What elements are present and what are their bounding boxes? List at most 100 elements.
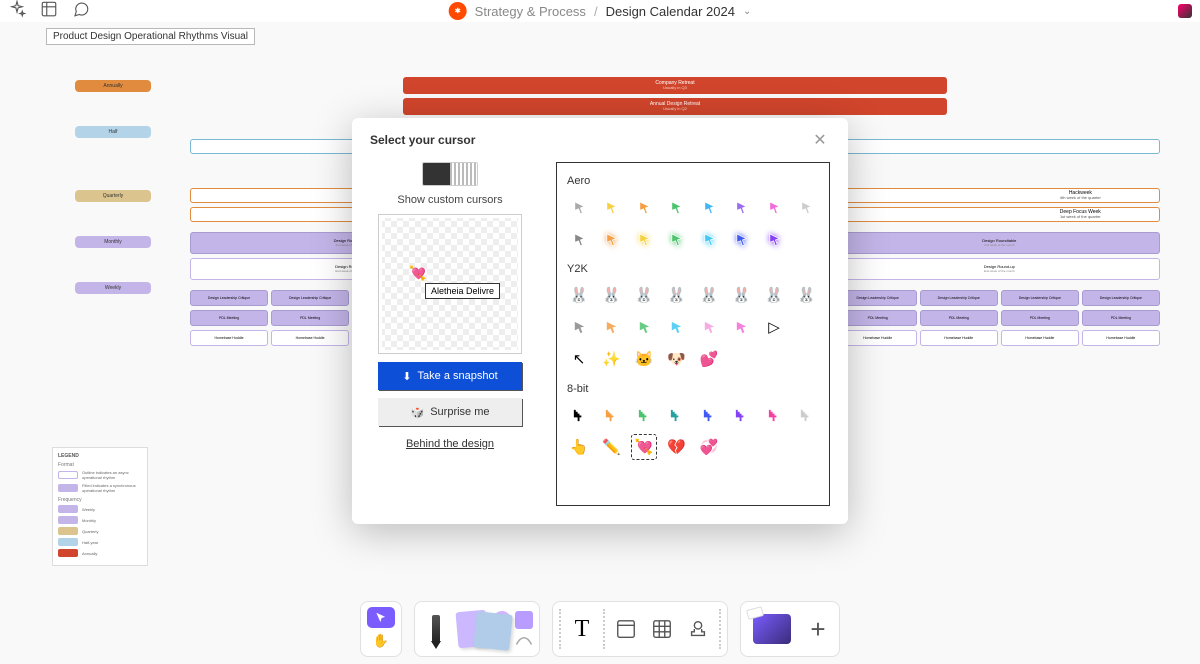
timeline-box-weekly[interactable]: Design Leadership Critique (1082, 290, 1160, 306)
cursor-option[interactable] (665, 227, 689, 251)
cursor-option[interactable]: 💞 (697, 435, 721, 459)
cursor-option[interactable]: ▷ (762, 315, 786, 339)
timeline-box[interactable]: Design Round-upEnd week of the month (839, 258, 1160, 280)
cursor-option[interactable] (632, 315, 656, 339)
timeline-box-weekly[interactable]: Design Leadership Critique (190, 290, 268, 306)
tool-hand[interactable]: ✋ (367, 630, 395, 651)
cursor-option[interactable] (567, 403, 591, 427)
cursor-option[interactable] (762, 227, 786, 251)
chevron-down-icon[interactable]: ⌄ (743, 6, 751, 17)
cursor-option[interactable] (665, 195, 689, 219)
timeline-box-weekly[interactable]: Homebase Huddle (839, 330, 917, 346)
tool-text[interactable]: T (567, 607, 597, 651)
cursor-option[interactable]: 🐰 (697, 283, 721, 307)
timeline-box-weekly[interactable]: PDL Meeting (839, 310, 917, 326)
tool-stamp[interactable] (683, 607, 713, 651)
cursor-option[interactable]: ✏️ (600, 435, 624, 459)
cursor-option[interactable] (600, 195, 624, 219)
cursor-option[interactable] (795, 403, 819, 427)
cursor-option[interactable] (697, 403, 721, 427)
tool-pen[interactable] (421, 607, 451, 651)
cursor-option[interactable]: 🐰 (762, 283, 786, 307)
cursor-option[interactable]: 🐰 (665, 283, 689, 307)
timeline-box-weekly[interactable]: PDL Meeting (190, 310, 268, 326)
cursor-option[interactable] (567, 227, 591, 251)
timeline-box-weekly[interactable]: Design Leadership Critique (1001, 290, 1079, 306)
cursor-option[interactable] (665, 403, 689, 427)
cursor-option[interactable] (600, 227, 624, 251)
app-menu-icon[interactable] (1178, 4, 1192, 18)
cursor-option[interactable]: ↖ (567, 347, 591, 371)
take-snapshot-button[interactable]: ⬇ Take a snapshot (378, 362, 522, 390)
cursor-option[interactable] (697, 195, 721, 219)
cursor-option[interactable] (567, 195, 591, 219)
timeline-bar-design-retreat[interactable]: Annual Design Retreat Usually in Q2 (403, 98, 946, 115)
tool-widgets[interactable] (747, 607, 797, 651)
cursor-option[interactable]: 💔 (665, 435, 689, 459)
tool-select[interactable] (367, 607, 395, 628)
timeline-box[interactable]: Design Roundtable2nd week of the month (839, 232, 1160, 254)
timeline-bar-company-retreat[interactable]: Company Retreat Usually in Q3 (403, 77, 946, 94)
cursor-option[interactable] (730, 403, 754, 427)
cursor-option[interactable] (600, 403, 624, 427)
cursor-option[interactable] (730, 195, 754, 219)
cursor-option[interactable]: 🐰 (730, 283, 754, 307)
tool-frame[interactable] (611, 607, 641, 651)
timeline-box-weekly[interactable]: Design Leadership Critique (920, 290, 998, 306)
timeline-box-weekly[interactable]: Homebase Huddle (920, 330, 998, 346)
breadcrumb-parent[interactable]: Strategy & Process (475, 4, 586, 19)
sparkle-icon[interactable] (8, 0, 26, 23)
behind-design-link[interactable]: Behind the design (406, 438, 494, 450)
cursor-option[interactable] (600, 315, 624, 339)
cursor-option[interactable]: 💕 (697, 347, 721, 371)
timeline-box-weekly[interactable]: Design Leadership Critique (271, 290, 349, 306)
cursor-option[interactable]: ✨ (600, 347, 624, 371)
timeline-box-weekly[interactable]: Homebase Huddle (190, 330, 268, 346)
timeline-box-weekly[interactable]: Homebase Huddle (1082, 330, 1160, 346)
surprise-me-button[interactable]: 🎲 Surprise me (378, 398, 522, 426)
pill-quarterly[interactable]: Quarterly (75, 190, 151, 202)
tool-sticky[interactable] (457, 607, 487, 651)
cursor-option[interactable]: 🐰 (795, 283, 819, 307)
tool-add[interactable]: + (803, 607, 833, 651)
cursor-option[interactable] (697, 315, 721, 339)
cursor-option[interactable] (762, 403, 786, 427)
cursor-option[interactable] (632, 195, 656, 219)
pill-half[interactable]: Half (75, 126, 151, 138)
cursor-option[interactable] (567, 315, 591, 339)
breadcrumb-current[interactable]: Design Calendar 2024 (606, 4, 735, 19)
comment-icon[interactable] (72, 0, 90, 23)
cursor-option[interactable]: 🐰 (632, 283, 656, 307)
cursor-option[interactable] (697, 227, 721, 251)
close-icon[interactable]: ✕ (810, 130, 830, 150)
timeline-box-weekly[interactable]: PDL Meeting (1001, 310, 1079, 326)
breadcrumb[interactable]: ✱ Strategy & Process / Design Calendar 2… (449, 2, 752, 20)
cursor-option[interactable]: 🐱 (632, 347, 656, 371)
cursor-option[interactable] (762, 195, 786, 219)
cursor-option[interactable] (730, 227, 754, 251)
cursor-option[interactable]: 🐰 (600, 283, 624, 307)
cursor-gallery[interactable]: AeroY2K🐰🐰🐰🐰🐰🐰🐰🐰▷↖✨🐱🐶💕8-bit👆✏️💘💔💞 (556, 162, 830, 506)
cursor-option[interactable]: 💘 (632, 435, 656, 459)
pill-monthly[interactable]: Monthly (75, 236, 151, 248)
timeline-box-weekly[interactable]: PDL Meeting (920, 310, 998, 326)
cursor-option[interactable] (795, 315, 819, 339)
timeline-box-weekly[interactable]: PDL Meeting (1082, 310, 1160, 326)
timeline-box-weekly[interactable]: Homebase Huddle (1001, 330, 1079, 346)
tool-table[interactable] (647, 607, 677, 651)
layout-icon[interactable] (40, 0, 58, 23)
cursor-option[interactable]: 👆 (567, 435, 591, 459)
canvas-object-label[interactable]: Product Design Operational Rhythms Visua… (46, 28, 255, 45)
timeline-box-weekly[interactable]: Design Leadership Critique (839, 290, 917, 306)
cursor-option[interactable] (730, 315, 754, 339)
cursor-option[interactable] (665, 315, 689, 339)
cursor-option[interactable]: 🐰 (567, 283, 591, 307)
cursor-option[interactable] (632, 403, 656, 427)
timeline-box-weekly[interactable]: Homebase Huddle (271, 330, 349, 346)
cursor-option[interactable] (795, 195, 819, 219)
pill-annually[interactable]: Annually (75, 80, 151, 92)
cursor-option[interactable]: 🐶 (665, 347, 689, 371)
pill-weekly[interactable]: Weekly (75, 282, 151, 294)
cursor-option[interactable] (632, 227, 656, 251)
timeline-box-weekly[interactable]: PDL Meeting (271, 310, 349, 326)
